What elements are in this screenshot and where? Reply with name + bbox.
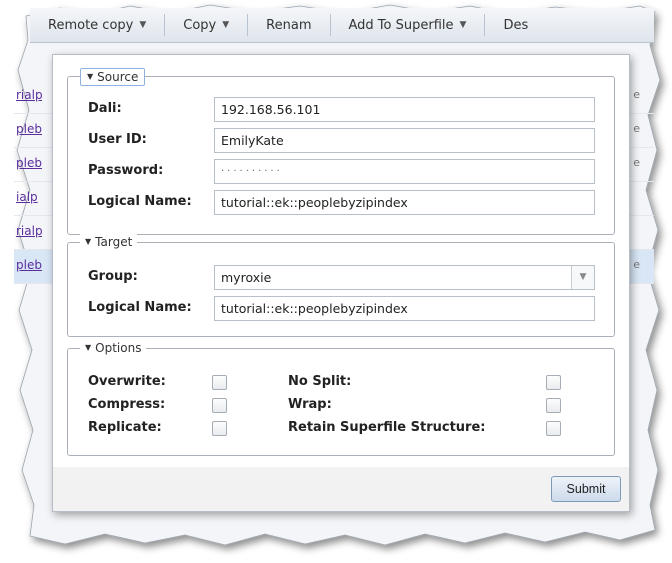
source-group: ▼ Source Dali: 192.168.56.101 User ID: E… — [67, 68, 615, 235]
retain-superfile-structure-label: Retain Superfile Structure: — [288, 420, 486, 435]
source-legend[interactable]: ▼ Source — [80, 68, 146, 86]
group-select[interactable]: myroxie ▼ — [214, 265, 595, 290]
row-cell: e — [633, 156, 640, 169]
chevron-down-icon: ▼ — [139, 20, 147, 30]
source-logical-name-input[interactable]: tutorial::ek::peoplebyzipindex — [214, 190, 595, 215]
wrap-checkbox[interactable] — [546, 398, 561, 413]
row-cell: e — [633, 88, 640, 101]
group-select-value: myroxie — [221, 270, 272, 285]
file-link[interactable]: pleb — [16, 258, 42, 272]
chevron-down-icon: ▼ — [222, 20, 230, 30]
add-to-superfile-label: Add To Superfile — [348, 17, 454, 33]
rename-label: Renam — [266, 17, 312, 33]
target-legend-label: Target — [95, 235, 133, 249]
options-legend[interactable]: ▼ Options — [80, 340, 147, 356]
remote-copy-dialog: ▼ Source Dali: 192.168.56.101 User ID: E… — [52, 54, 630, 512]
no-split-checkbox[interactable] — [546, 375, 561, 390]
dialog-body: ▼ Source Dali: 192.168.56.101 User ID: E… — [53, 55, 629, 467]
file-link[interactable]: rialp — [16, 88, 42, 102]
password-input[interactable]: ·········· — [214, 159, 595, 184]
target-group: ▼ Target Group: myroxie ▼ Logical Name: … — [67, 234, 615, 337]
file-link[interactable]: rialp — [16, 224, 42, 238]
row-cell: e — [633, 122, 640, 135]
overwrite-checkbox[interactable] — [212, 375, 227, 390]
describe-label: Des — [503, 17, 529, 33]
no-split-label: No Split: — [288, 374, 352, 389]
replicate-checkbox[interactable] — [212, 421, 227, 436]
file-link[interactable]: ialp — [16, 190, 42, 204]
compress-checkbox[interactable] — [212, 398, 227, 413]
target-logical-name-input[interactable]: tutorial::ek::peoplebyzipindex — [214, 296, 595, 321]
source-legend-label: Source — [97, 70, 139, 84]
retain-superfile-structure-checkbox[interactable] — [546, 421, 561, 436]
remote-copy-menu[interactable]: Remote copy ▼ — [30, 8, 164, 42]
copy-menu[interactable]: Copy ▼ — [165, 8, 247, 42]
chevron-down-icon: ▼ — [459, 20, 467, 30]
remote-copy-label: Remote copy — [48, 17, 134, 33]
options-group: ▼ Options Overwrite: Compress: Replicate… — [67, 340, 615, 456]
password-label: Password: — [88, 163, 164, 178]
add-to-superfile-menu[interactable]: Add To Superfile ▼ — [331, 8, 485, 42]
group-label: Group: — [88, 269, 138, 284]
compress-label: Compress: — [88, 397, 166, 412]
toolbar: Remote copy ▼ Copy ▼ Renam Add To Superf… — [30, 8, 654, 43]
wrap-label: Wrap: — [288, 397, 332, 412]
collapse-triangle-icon: ▼ — [87, 72, 94, 81]
overwrite-label: Overwrite: — [88, 374, 166, 389]
chevron-down-icon[interactable]: ▼ — [571, 266, 594, 289]
file-link[interactable]: pleb — [16, 156, 42, 170]
row-cell: e — [633, 258, 640, 271]
collapse-triangle-icon: ▼ — [85, 343, 92, 352]
dali-label: Dali: — [88, 101, 122, 116]
copy-label: Copy — [183, 17, 217, 33]
dali-input[interactable]: 192.168.56.101 — [214, 97, 595, 122]
rename-button[interactable]: Renam — [248, 8, 329, 42]
user-id-input[interactable]: EmilyKate — [214, 128, 595, 153]
file-link[interactable]: pleb — [16, 122, 42, 136]
target-legend[interactable]: ▼ Target — [80, 234, 138, 250]
collapse-triangle-icon: ▼ — [85, 237, 92, 246]
user-id-label: User ID: — [88, 132, 147, 147]
options-legend-label: Options — [95, 341, 142, 355]
submit-button[interactable]: Submit — [551, 476, 621, 502]
replicate-label: Replicate: — [88, 420, 162, 435]
target-logical-name-label: Logical Name: — [88, 300, 192, 315]
source-logical-name-label: Logical Name: — [88, 194, 192, 209]
describe-button[interactable]: Des — [485, 8, 546, 42]
